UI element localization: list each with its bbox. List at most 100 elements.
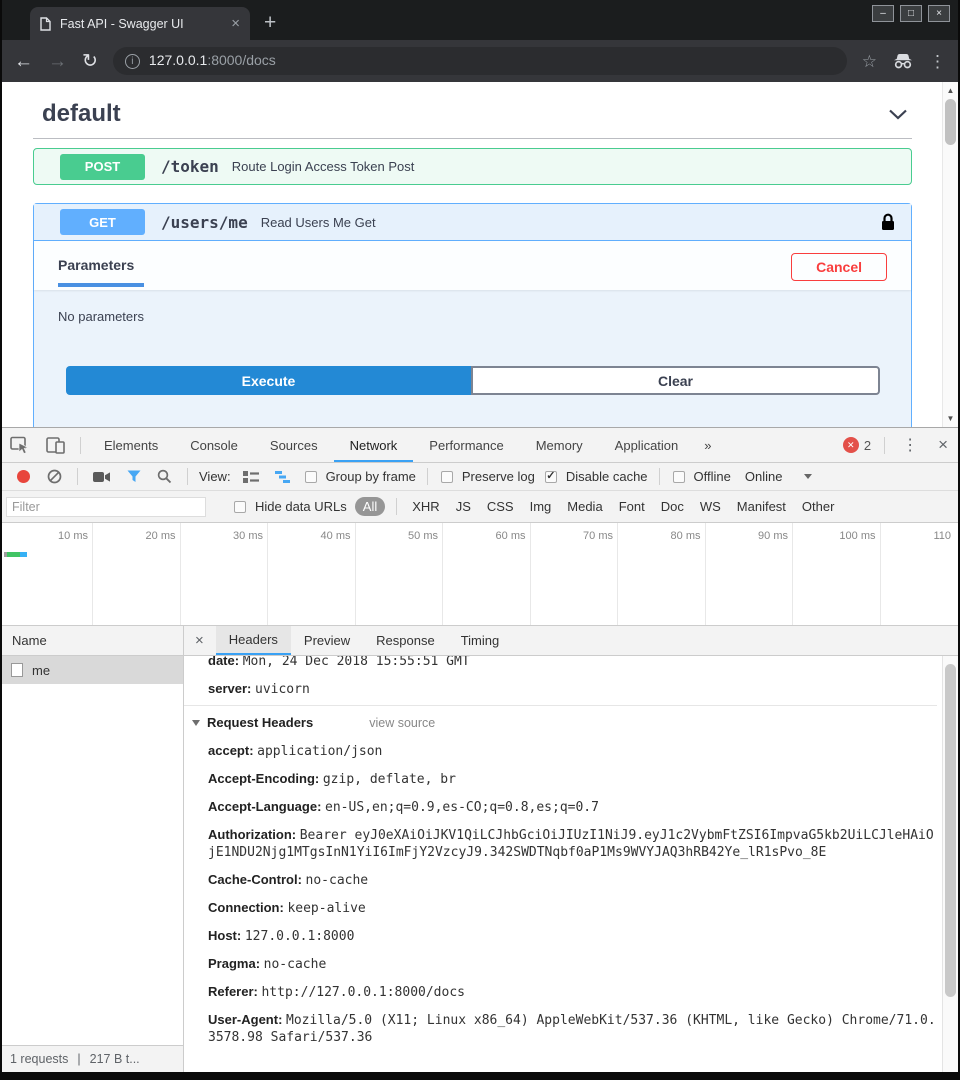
throttling-caret-icon[interactable] <box>804 474 812 479</box>
url-host: 127.0.0.1 <box>149 52 207 68</box>
tab-elements[interactable]: Elements <box>88 428 174 462</box>
close-window-button[interactable]: × <box>928 5 950 22</box>
detail-tab-timing[interactable]: Timing <box>448 626 513 655</box>
maximize-button[interactable]: □ <box>900 5 922 22</box>
record-button[interactable] <box>17 470 30 483</box>
page-scrollbar-thumb[interactable] <box>945 99 956 145</box>
request-header-row: Cache-Controlno-cache <box>208 866 937 894</box>
new-tab-button[interactable]: + <box>264 11 276 35</box>
network-toolbar: View: ✓ Group by frame ✓ Preserve log ✓ … <box>2 463 958 491</box>
minimize-button[interactable]: – <box>872 5 894 22</box>
page-scrollbar[interactable]: ▲ ▼ <box>942 82 958 427</box>
network-status-bar: 1 requests | 217 B t... <box>2 1045 183 1072</box>
inspect-element-icon[interactable] <box>2 436 38 455</box>
tab-memory[interactable]: Memory <box>520 428 599 462</box>
filter-type-css[interactable]: CSS <box>479 497 522 516</box>
filter-type-ws[interactable]: WS <box>692 497 729 516</box>
tab-close-icon[interactable]: × <box>231 15 240 32</box>
endpoint-path: /token <box>161 157 219 176</box>
api-section-header[interactable]: default <box>33 96 912 128</box>
devtools-close-icon[interactable]: × <box>928 435 958 455</box>
offline-checkbox[interactable]: ✓ <box>673 471 685 483</box>
error-count: 2 <box>864 438 871 453</box>
filter-type-doc[interactable]: Doc <box>653 497 692 516</box>
browser-tab[interactable]: Fast API - Swagger UI × <box>30 7 250 40</box>
filter-type-xhr[interactable]: XHR <box>404 497 447 516</box>
tab-application[interactable]: Application <box>599 428 695 462</box>
filter-type-font[interactable]: Font <box>611 497 653 516</box>
detail-scrollbar[interactable] <box>942 656 958 1072</box>
clear-network-icon[interactable] <box>39 469 70 484</box>
section-divider <box>33 138 912 139</box>
filter-type-all[interactable]: All <box>355 497 385 516</box>
incognito-icon <box>892 53 914 69</box>
endpoint-get-users-me: GET /users/me Read Users Me Get Paramete… <box>33 203 912 427</box>
error-badge-icon[interactable]: ✕ <box>843 437 859 453</box>
site-info-icon[interactable]: i <box>125 54 140 69</box>
execute-button[interactable]: Execute <box>66 366 471 395</box>
chevron-down-icon[interactable] <box>888 109 908 120</box>
filter-funnel-icon[interactable] <box>119 470 149 483</box>
hide-data-urls-label: Hide data URLs <box>255 499 347 514</box>
name-column-header[interactable]: Name <box>2 626 183 656</box>
timeline-tick: 10 ms <box>2 523 93 625</box>
scroll-down-icon[interactable]: ▼ <box>947 410 955 427</box>
browser-menu-icon[interactable]: ⋮ <box>929 53 946 70</box>
detail-tab-response[interactable]: Response <box>363 626 448 655</box>
tab-performance[interactable]: Performance <box>413 428 519 462</box>
expand-triangle-icon[interactable] <box>192 720 200 726</box>
tab-title: Fast API - Swagger UI <box>60 17 222 31</box>
filter-type-manifest[interactable]: Manifest <box>729 497 794 516</box>
request-row-me[interactable]: me <box>2 656 183 684</box>
filter-type-other[interactable]: Other <box>794 497 843 516</box>
detail-tab-preview[interactable]: Preview <box>291 626 363 655</box>
window-controls: – □ × <box>872 5 950 22</box>
search-icon[interactable] <box>149 469 180 484</box>
scroll-up-icon[interactable]: ▲ <box>947 82 955 99</box>
view-rows-icon[interactable] <box>235 470 267 484</box>
bookmark-star-icon[interactable]: ☆ <box>862 53 877 70</box>
more-tabs-icon[interactable]: » <box>694 428 721 462</box>
parameters-tab[interactable]: Parameters <box>58 257 144 287</box>
devtools-menu-icon[interactable]: ⋮ <box>892 435 928 455</box>
view-label: View: <box>199 469 231 484</box>
url-field[interactable]: i 127.0.0.1:8000/docs <box>113 47 847 75</box>
detail-scrollbar-thumb[interactable] <box>945 664 956 997</box>
device-toolbar-icon[interactable] <box>38 437 73 454</box>
tab-sources[interactable]: Sources <box>254 428 334 462</box>
view-waterfall-icon[interactable] <box>267 470 299 484</box>
group-by-frame-checkbox[interactable]: ✓ <box>305 471 317 483</box>
throttling-select[interactable]: Online <box>745 469 783 484</box>
tab-network[interactable]: Network <box>334 428 414 462</box>
disable-cache-checkbox[interactable]: ✓ <box>545 471 557 483</box>
request-header-row: Host127.0.0.1:8000 <box>208 922 937 950</box>
hide-data-urls-checkbox[interactable]: ✓ <box>234 501 246 513</box>
group-by-frame-label: Group by frame <box>326 469 416 484</box>
view-source-link[interactable]: view source <box>369 716 435 730</box>
screenshot-camera-icon[interactable] <box>85 471 119 483</box>
back-icon[interactable]: ← <box>14 52 33 71</box>
timeline-tick: 60 ms <box>443 523 531 625</box>
filter-type-js[interactable]: JS <box>448 497 479 516</box>
forward-icon[interactable]: → <box>48 52 67 71</box>
clear-button[interactable]: Clear <box>471 366 880 395</box>
filter-input[interactable] <box>6 497 206 517</box>
lock-icon[interactable] <box>881 213 895 231</box>
cancel-button[interactable]: Cancel <box>791 253 887 281</box>
endpoint-header[interactable]: GET /users/me Read Users Me Get <box>34 204 911 241</box>
timeline-tick: 40 ms <box>268 523 356 625</box>
address-bar: ← → ↻ i 127.0.0.1:8000/docs ☆ ⋮ <box>2 40 958 82</box>
preserve-log-label: Preserve log <box>462 469 535 484</box>
request-headers-section[interactable]: Request Headers view source <box>192 708 937 737</box>
tab-console[interactable]: Console <box>174 428 254 462</box>
detail-close-icon[interactable]: × <box>184 626 216 655</box>
request-header-row: Accept-Encodinggzip, deflate, br <box>208 765 937 793</box>
detail-tab-headers[interactable]: Headers <box>216 626 291 655</box>
preserve-log-checkbox[interactable]: ✓ <box>441 471 453 483</box>
endpoint-post-token[interactable]: POST /token Route Login Access Token Pos… <box>33 148 912 185</box>
response-header-row: serveruvicorn <box>208 675 937 703</box>
filter-type-media[interactable]: Media <box>559 497 610 516</box>
reload-icon[interactable]: ↻ <box>82 52 98 71</box>
network-overview-timeline[interactable]: 10 ms 20 ms 30 ms 40 ms 50 ms 60 ms 70 m… <box>2 523 958 626</box>
filter-type-img[interactable]: Img <box>522 497 560 516</box>
